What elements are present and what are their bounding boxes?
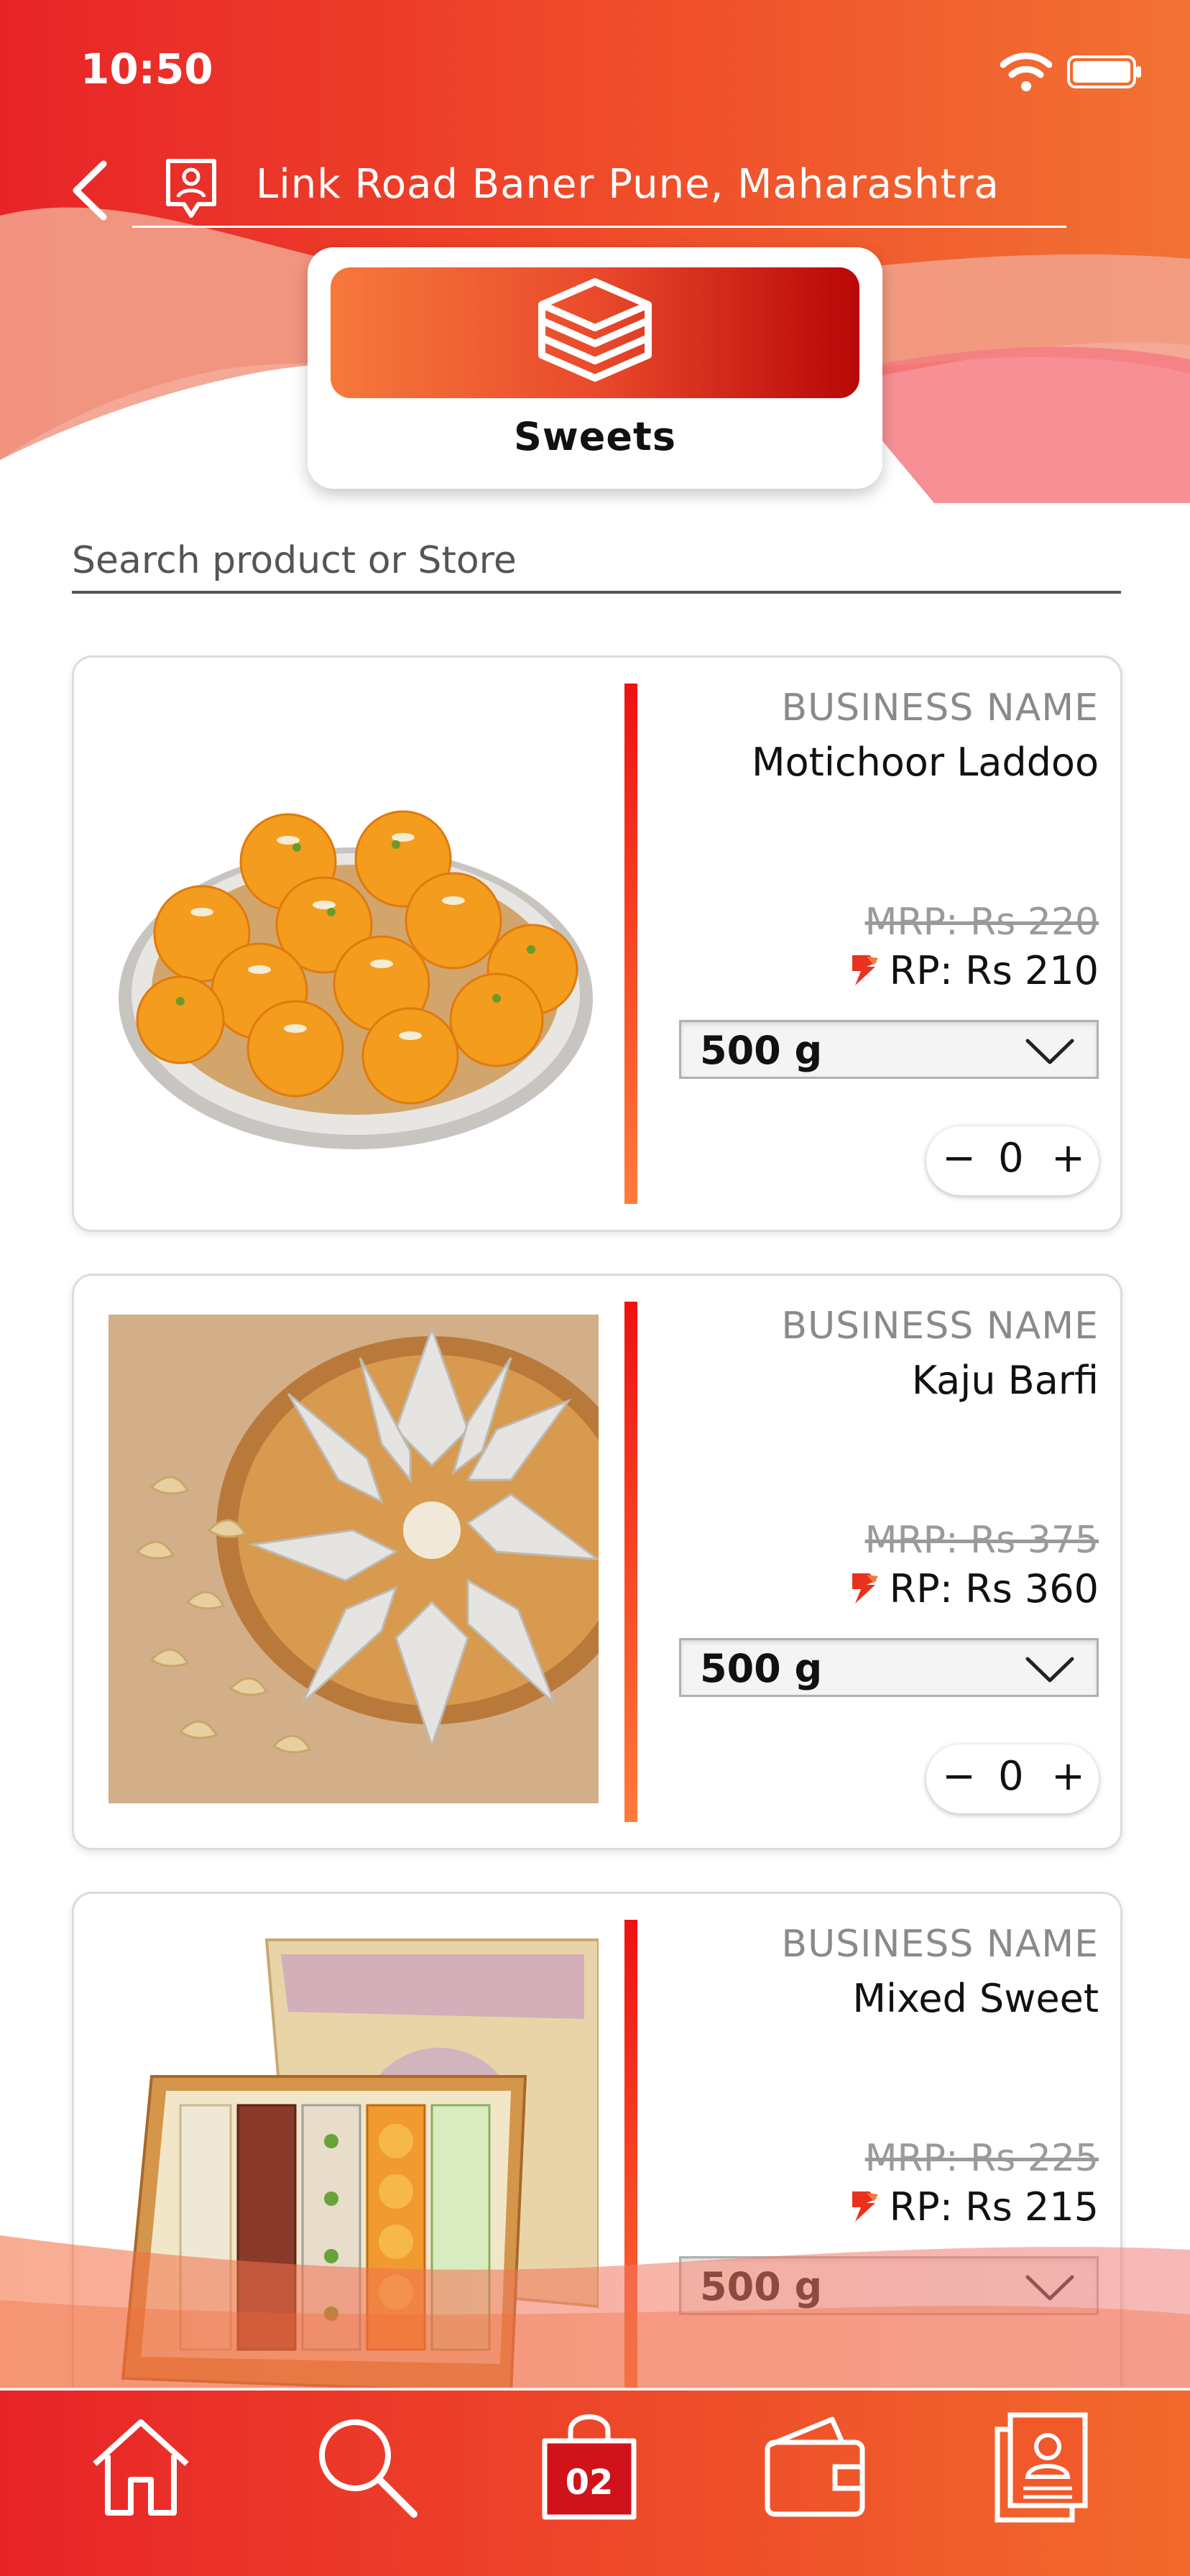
chevron-down-icon xyxy=(1025,1657,1074,1683)
profile-document-icon xyxy=(995,2412,1088,2523)
nav-wallet[interactable] xyxy=(757,2405,872,2527)
product-card[interactable]: BUSINESS NAME Motichoor Laddoo MRP: Rs 2… xyxy=(72,656,1122,1232)
search-icon xyxy=(319,2419,418,2518)
search-bar[interactable] xyxy=(72,533,1121,594)
weight-select-value: 500 g xyxy=(700,1028,823,1073)
reward-tag-icon xyxy=(852,1573,878,1604)
business-name: BUSINESS NAME xyxy=(781,686,1099,730)
increment-button[interactable]: + xyxy=(1051,1135,1085,1182)
rp-price-text: RP: Rs 215 xyxy=(889,2184,1099,2230)
card-accent-bar xyxy=(624,684,637,1204)
chevron-down-icon xyxy=(1025,2275,1074,2301)
mrp-price: MRP: Rs 225 xyxy=(864,2137,1099,2180)
quantity-value: 0 xyxy=(998,1135,1024,1182)
category-label: Sweets xyxy=(514,414,676,459)
product-card[interactable]: BUSINESS NAME Kaju Barfi MRP: Rs 375 RP:… xyxy=(72,1274,1122,1850)
category-icon-button[interactable] xyxy=(331,267,859,398)
nav-bag[interactable]: 02 xyxy=(532,2405,647,2527)
quantity-stepper[interactable]: − 0 + xyxy=(926,1744,1099,1813)
wallet-icon xyxy=(765,2416,865,2517)
bag-count-badge: 02 xyxy=(565,2462,614,2503)
rp-price: RP: Rs 215 xyxy=(845,2184,1099,2230)
reward-tag-icon xyxy=(852,2191,878,2222)
nav-profile[interactable] xyxy=(982,2405,1097,2527)
quantity-stepper[interactable]: − 0 + xyxy=(926,1126,1099,1195)
wifi-icon xyxy=(1000,52,1052,91)
box-stack-icon xyxy=(538,278,652,382)
rp-price: RP: Rs 210 xyxy=(845,948,1099,993)
weight-select[interactable]: 500 g xyxy=(679,1638,1099,1697)
home-icon xyxy=(93,2419,189,2516)
location-underline xyxy=(132,226,1066,228)
increment-button[interactable]: + xyxy=(1051,1753,1085,1800)
rp-price: RP: Rs 360 xyxy=(845,1566,1099,1611)
mrp-price: MRP: Rs 375 xyxy=(864,1519,1099,1562)
nav-home[interactable] xyxy=(83,2405,198,2527)
chevron-down-icon xyxy=(1025,1039,1074,1064)
reward-tag-icon xyxy=(852,955,878,985)
search-input[interactable] xyxy=(72,533,1121,588)
product-card[interactable]: BUSINESS NAME Mixed Sweet MRP: Rs 225 RP… xyxy=(72,1892,1122,2468)
decrement-button[interactable]: − xyxy=(942,1753,976,1800)
card-accent-bar xyxy=(624,1920,637,2440)
battery-icon xyxy=(1067,55,1141,88)
back-button[interactable] xyxy=(66,158,116,223)
location-pin-icon xyxy=(166,159,216,218)
nav-search[interactable] xyxy=(308,2405,423,2527)
weight-select-value: 500 g xyxy=(700,1646,823,1691)
weight-select[interactable]: 500 g xyxy=(679,1020,1099,1079)
quantity-value: 0 xyxy=(998,1753,1024,1800)
rp-price-text: RP: Rs 210 xyxy=(889,948,1099,993)
decrement-button[interactable]: − xyxy=(942,1135,976,1182)
status-time: 10:50 xyxy=(80,45,213,93)
kaju-barfi-image xyxy=(109,1315,599,1803)
weight-select[interactable]: 500 g xyxy=(679,2256,1099,2315)
business-name: BUSINESS NAME xyxy=(781,1923,1099,1966)
mixed-sweet-box-image xyxy=(109,1933,599,2436)
business-name: BUSINESS NAME xyxy=(781,1305,1099,1348)
product-name[interactable]: Kaju Barfi xyxy=(912,1358,1099,1403)
product-name[interactable]: Motichoor Laddoo xyxy=(752,740,1099,785)
laddoo-plate-image xyxy=(109,696,599,1185)
weight-select-value: 500 g xyxy=(700,2264,823,2309)
rp-price-text: RP: Rs 360 xyxy=(889,1566,1099,1611)
category-card[interactable]: Sweets xyxy=(308,247,882,489)
product-name[interactable]: Mixed Sweet xyxy=(852,1976,1099,2021)
mrp-price: MRP: Rs 220 xyxy=(864,901,1099,944)
card-accent-bar xyxy=(624,1302,637,1822)
location-text[interactable]: Link Road Baner Pune, Maharashtra xyxy=(256,161,1000,208)
